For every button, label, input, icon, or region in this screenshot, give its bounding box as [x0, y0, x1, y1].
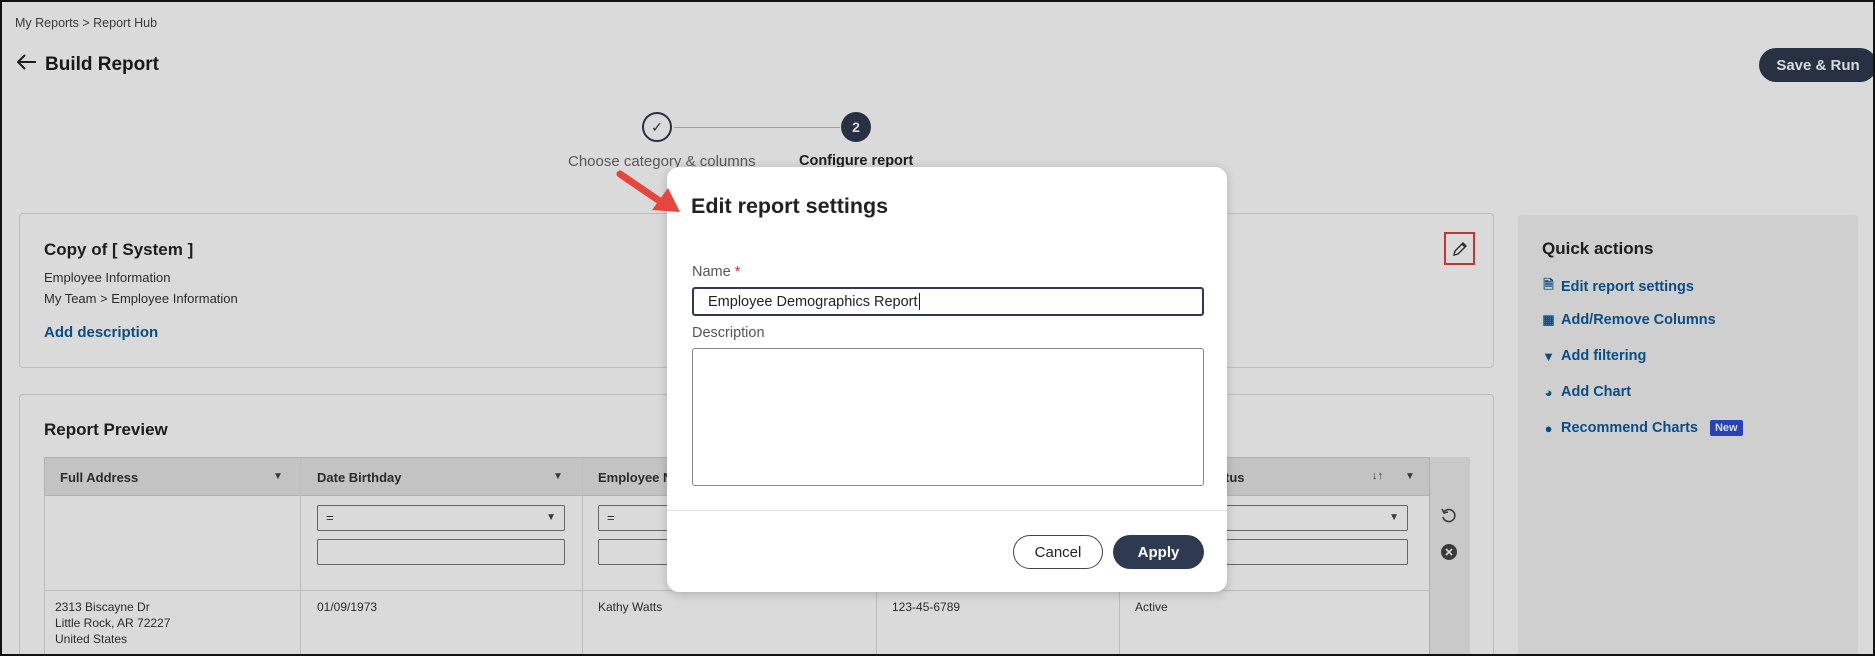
cancel-button[interactable]: Cancel: [1013, 535, 1103, 569]
dialog-title: Edit report settings: [691, 194, 889, 218]
description-textarea[interactable]: [692, 348, 1204, 486]
edit-report-settings-dialog: Edit report settings Name * Employee Dem…: [667, 167, 1227, 592]
description-label: Description: [692, 325, 765, 341]
apply-button[interactable]: Apply: [1113, 535, 1204, 569]
name-label-text: Name: [692, 264, 731, 280]
annotation-arrow-icon: [616, 170, 680, 212]
dialog-divider: [667, 510, 1227, 511]
name-input[interactable]: Employee Demographics Report: [692, 287, 1204, 316]
app-frame: My Reports > Report Hub Build Report Sav…: [0, 0, 1875, 656]
name-label: Name *: [692, 264, 740, 280]
required-mark: *: [734, 264, 741, 280]
name-input-value: Employee Demographics Report: [708, 293, 918, 310]
text-cursor: [918, 293, 920, 310]
